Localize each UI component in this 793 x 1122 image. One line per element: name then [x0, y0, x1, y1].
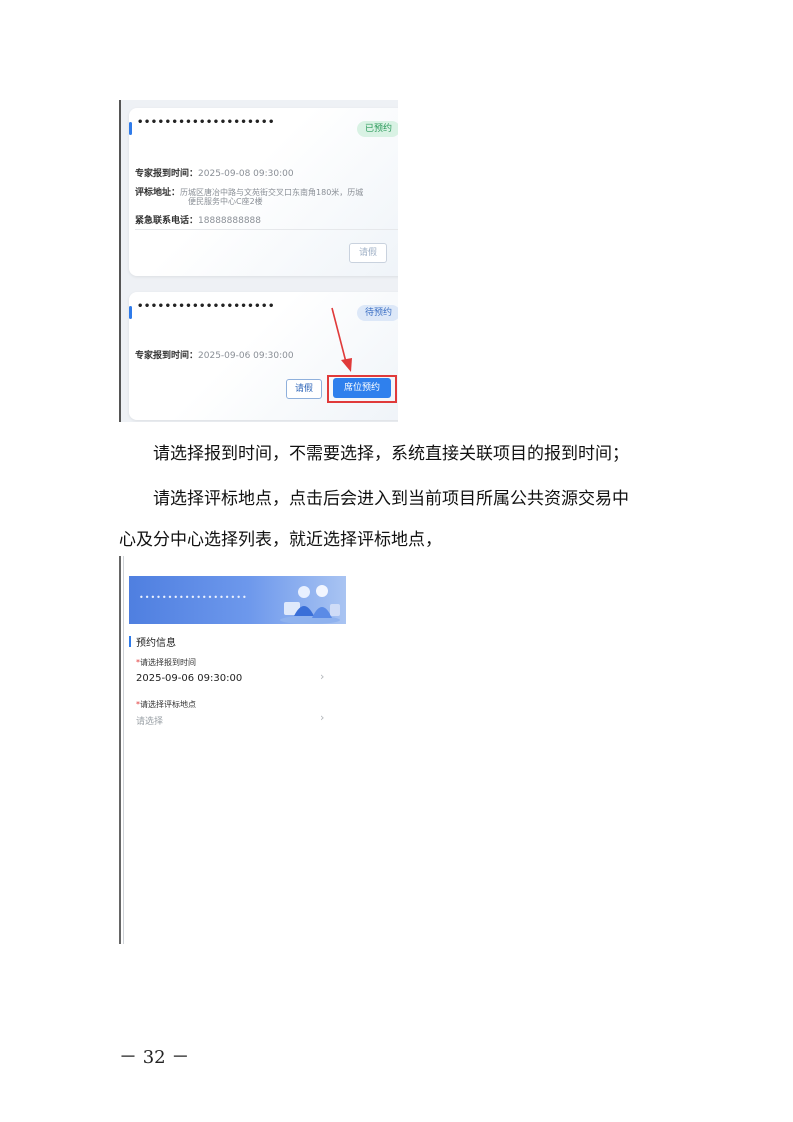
- address-label: 评标地址：: [135, 188, 181, 198]
- address-value-line2: 便民服务中心C座2楼: [188, 197, 263, 206]
- paragraph-location-line2: 心及分中心选择列表，就近选择评标地点，: [119, 530, 442, 550]
- image-left-edge: [119, 100, 121, 422]
- card-accent-bar: [129, 122, 132, 135]
- arrival-time-value: 2025-09-06 09:30:00: [198, 351, 294, 361]
- chevron-right-icon[interactable]: ›: [320, 711, 324, 724]
- card-accent-bar: [129, 306, 132, 319]
- leave-button[interactable]: 请假: [286, 379, 322, 399]
- location-field-label: *请选择评标地点: [136, 699, 196, 710]
- arrival-time-field-label: *请选择报到时间: [136, 657, 196, 668]
- leave-button[interactable]: 请假: [349, 243, 387, 263]
- paragraph-arrival-time: 请选择报到时间，不需要选择，系统直接关联项目的报到时间；: [153, 444, 629, 464]
- header-banner: •••••••••••••••••••: [129, 576, 346, 624]
- card-title: ••••••••••••••••••••: [137, 301, 275, 312]
- phone-row: 紧急联系电话：18888888888: [135, 213, 261, 226]
- section-accent-bar: [129, 636, 131, 647]
- location-label-text: 请选择评标地点: [140, 700, 196, 709]
- arrival-time-row: 专家报到时间：2025-09-06 09:30:00: [135, 348, 294, 361]
- arrival-time-label-text: 请选择报到时间: [140, 658, 196, 667]
- arrival-time-value[interactable]: 2025-09-06 09:30:00: [136, 673, 242, 684]
- paragraph-location-line1: 请选择评标地点，点击后会进入到当前项目所属公共资源交易中: [153, 489, 629, 509]
- arrival-time-row: 专家报到时间：2025-09-08 09:30:00: [135, 166, 294, 179]
- section-title: 预约信息: [136, 638, 176, 649]
- screenshot-reservation-form: ••••••••••••••••••• 预约信息 *请选择报到时间 2025-0…: [119, 556, 346, 944]
- people-illustration-icon: [280, 585, 340, 624]
- arrival-time-label: 专家报到时间：: [135, 169, 199, 179]
- divider: [135, 229, 398, 230]
- phone-value: 18888888888: [198, 216, 262, 226]
- page-number: － 32 －: [119, 1047, 190, 1068]
- phone-label: 紧急联系电话：: [135, 216, 199, 226]
- screenshot-appointment-list: •••••••••••••••••••• 已预约 专家报到时间：2025-09-…: [119, 100, 398, 422]
- status-badge-pending: 待预约: [357, 305, 398, 321]
- highlight-box: [327, 375, 397, 403]
- location-select[interactable]: 请选择: [136, 714, 163, 727]
- appointment-card-booked[interactable]: •••••••••••••••••••• 已预约 专家报到时间：2025-09-…: [129, 108, 398, 276]
- image-left-edge: [119, 556, 121, 944]
- banner-title: •••••••••••••••••••: [139, 593, 248, 602]
- chevron-right-icon[interactable]: ›: [320, 670, 324, 683]
- card-title: ••••••••••••••••••••: [137, 117, 275, 128]
- arrival-time-label: 专家报到时间：: [135, 351, 199, 361]
- status-badge-booked: 已预约: [357, 121, 398, 137]
- image-inner-edge: [123, 556, 124, 944]
- arrival-time-value: 2025-09-08 09:30:00: [198, 169, 294, 179]
